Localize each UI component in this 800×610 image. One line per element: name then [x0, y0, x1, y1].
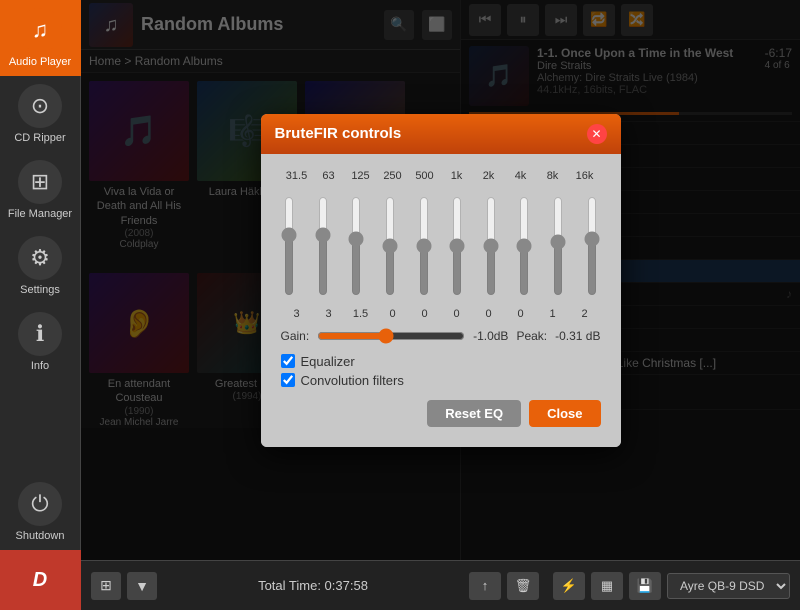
eq-slider-7[interactable]	[514, 196, 534, 296]
convolution-checkbox[interactable]	[281, 373, 295, 387]
modal-actions: Reset EQ Close	[273, 392, 609, 435]
freq-label-1: 63	[313, 170, 345, 182]
convolution-label: Convolution filters	[301, 373, 404, 388]
bottom-bar: ⊞ ▼ Total Time: 0:37:58 ↑ 🗑 ⚡ ▦ 💾 Ayre Q…	[81, 560, 800, 610]
eq-slider-wrap-9	[582, 196, 602, 296]
sidebar-item-audio-player[interactable]: ♫ Audio Player	[0, 0, 81, 76]
eq-slider-3[interactable]	[380, 196, 400, 296]
freq-label-7: 4k	[505, 170, 537, 182]
modal-title: BruteFIR controls	[275, 125, 402, 142]
eq-val-1: 3	[313, 308, 345, 320]
eq-slider-4[interactable]	[414, 196, 434, 296]
eq-slider-wrap-5	[447, 196, 467, 296]
eq-slider-wrap-1	[313, 196, 333, 296]
folder-icon: ⊞	[18, 160, 62, 204]
eq-val-2: 1.5	[345, 308, 377, 320]
freq-label-2: 125	[345, 170, 377, 182]
eq-slider-5[interactable]	[447, 196, 467, 296]
eq-modal: BruteFIR controls ✕ 31.5 63 125 250 500 …	[261, 114, 621, 447]
eq-val-5: 0	[441, 308, 473, 320]
logo: D	[0, 550, 81, 610]
eq-slider-9[interactable]	[582, 196, 602, 296]
eq-slider-wrap-8	[548, 196, 568, 296]
modal-body: 31.5 63 125 250 500 1k 2k 4k 8k 16k	[261, 154, 621, 447]
sidebar-label-cd-ripper: CD Ripper	[14, 132, 65, 144]
eq-values-row: 3 3 1.5 0 0 0 0 0 1 2	[273, 306, 609, 322]
eq-slider-wrap-6	[481, 196, 501, 296]
grid2-button[interactable]: ▦	[591, 572, 623, 600]
freq-label-4: 500	[409, 170, 441, 182]
music-icon: ♫	[18, 8, 62, 52]
sidebar-item-settings[interactable]: ⚙ Settings	[0, 228, 81, 304]
device-select[interactable]: Ayre QB-9 DSDDefault OutputHDMI Audio	[667, 573, 790, 599]
eq-slider-wrap-3	[380, 196, 400, 296]
sidebar-label-info: Info	[31, 360, 49, 372]
power-icon: ⏻	[18, 482, 62, 526]
freq-label-0: 31.5	[281, 170, 313, 182]
total-time: Total Time: 0:37:58	[258, 578, 368, 593]
modal-overlay: BruteFIR controls ✕ 31.5 63 125 250 500 …	[81, 0, 800, 560]
eq-slider-wrap-4	[414, 196, 434, 296]
modal-close-button[interactable]: ✕	[587, 124, 607, 144]
eq-slider-wrap-7	[514, 196, 534, 296]
sidebar-label-settings: Settings	[20, 284, 60, 296]
reset-eq-button[interactable]: Reset EQ	[427, 400, 521, 427]
freq-label-8: 8k	[537, 170, 569, 182]
eq-freq-labels: 31.5 63 125 250 500 1k 2k 4k 8k 16k	[273, 166, 609, 186]
eq-button[interactable]: ⚡	[553, 572, 585, 600]
eq-slider-wrap-0	[279, 196, 299, 296]
sidebar-item-info[interactable]: ℹ Info	[0, 304, 81, 380]
freq-label-3: 250	[377, 170, 409, 182]
delete-button[interactable]: 🗑	[507, 572, 539, 600]
grid-view-button[interactable]: ⊞	[91, 572, 121, 600]
equalizer-label: Equalizer	[301, 354, 355, 369]
sidebar-label-file-manager: File Manager	[8, 208, 72, 220]
eq-slider-6[interactable]	[481, 196, 501, 296]
eq-slider-8[interactable]	[548, 196, 568, 296]
sidebar: ♫ Audio Player ⊙ CD Ripper ⊞ File Manage…	[0, 0, 81, 610]
sidebar-label-shutdown: Shutdown	[16, 530, 65, 542]
freq-label-9: 16k	[569, 170, 601, 182]
save-button[interactable]: 💾	[629, 572, 661, 600]
export-button[interactable]: ↑	[469, 572, 501, 600]
eq-val-7: 0	[505, 308, 537, 320]
equalizer-check-row: Equalizer	[281, 354, 601, 369]
modal-checks: Equalizer Convolution filters	[273, 350, 609, 392]
logo-text: D	[33, 569, 47, 592]
eq-val-9: 2	[569, 308, 601, 320]
eq-slider-wrap-2	[346, 196, 366, 296]
eq-val-6: 0	[473, 308, 505, 320]
close-eq-button[interactable]: Close	[529, 400, 600, 427]
modal-header: BruteFIR controls ✕	[261, 114, 621, 154]
peak-value: -0.31 dB	[555, 329, 600, 343]
cd-icon: ⊙	[18, 84, 62, 128]
eq-val-4: 0	[409, 308, 441, 320]
sidebar-item-cd-ripper[interactable]: ⊙ CD Ripper	[0, 76, 81, 152]
sidebar-item-file-manager[interactable]: ⊞ File Manager	[0, 152, 81, 228]
list-view-button[interactable]: ▼	[127, 572, 157, 600]
sidebar-label-audio-player: Audio Player	[9, 56, 71, 68]
eq-slider-1[interactable]	[313, 196, 333, 296]
eq-slider-0[interactable]	[279, 196, 299, 296]
equalizer-checkbox[interactable]	[281, 354, 295, 368]
peak-label: Peak:	[516, 329, 547, 343]
eq-val-8: 1	[537, 308, 569, 320]
eq-sliders	[273, 186, 609, 306]
gear-icon: ⚙	[18, 236, 62, 280]
sidebar-item-shutdown[interactable]: ⏻ Shutdown	[0, 474, 81, 550]
eq-val-0: 3	[281, 308, 313, 320]
convolution-check-row: Convolution filters	[281, 373, 601, 388]
eq-val-3: 0	[377, 308, 409, 320]
info-icon: ℹ	[18, 312, 62, 356]
gain-slider[interactable]	[317, 328, 465, 344]
gain-value: -1.0dB	[473, 329, 508, 343]
freq-label-5: 1k	[441, 170, 473, 182]
gain-row: Gain: -1.0dB Peak: -0.31 dB	[273, 322, 609, 350]
eq-slider-2[interactable]	[346, 196, 366, 296]
gain-label: Gain:	[281, 329, 310, 343]
freq-label-6: 2k	[473, 170, 505, 182]
